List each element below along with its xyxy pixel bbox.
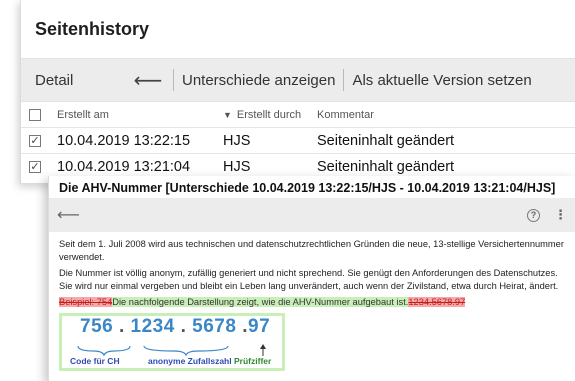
table-header: Erstellt am ▼ Erstellt durch Kommentar (21, 102, 575, 127)
set-current-version-button[interactable]: Als aktuelle Version setzen (352, 72, 531, 89)
diff-paragraph: Seit dem 1. Juli 2008 wird aus technisch… (59, 239, 564, 262)
more-options-icon[interactable]: ⋮ (554, 207, 567, 223)
ahv-random-part-2: 5678 (192, 316, 237, 337)
diff-paragraph: Die Nummer ist völlig anonym, zufällig g… (59, 268, 559, 291)
ahv-random-part-1: 1234 (130, 316, 175, 337)
ahv-number-graphic: 756 . 1234 . 5678 .97 Code für CH anonym… (59, 313, 285, 371)
sort-desc-icon: ▼ (223, 109, 232, 120)
table-row[interactable]: ✓ 10.04.2019 13:22:15 HJS Seiteninhalt g… (21, 127, 575, 153)
diff-title: Die AHV-Nummer [Unterschiede 10.04.2019 … (49, 176, 575, 198)
ahv-label-random: anonyme Zufallszahl (148, 356, 232, 366)
diff-panel: Die AHV-Nummer [Unterschiede 10.04.2019 … (48, 176, 575, 381)
column-header-created-by[interactable]: ▼ Erstellt durch (199, 109, 317, 121)
toolbar-divider (173, 69, 174, 91)
ahv-country-code: 756 (80, 316, 114, 337)
row-author: HJS (223, 132, 251, 149)
page-history-panel: Seitenhistory Detail ⟵ Unterschiede anze… (20, 0, 575, 184)
diff-content: Seit dem 1. Juli 2008 wird aus technisch… (49, 232, 575, 377)
ahv-check-digit: 7 (259, 316, 271, 337)
row-checkbox[interactable]: ✓ (29, 134, 41, 147)
row-checkbox[interactable]: ✓ (29, 160, 41, 173)
select-all-checkbox[interactable] (29, 108, 41, 121)
diff-change-line: Beispiel: 754Die nachfolgende Darstellun… (59, 296, 565, 309)
history-toolbar: Detail ⟵ Unterschiede anzeigen Als aktue… (21, 58, 575, 102)
deleted-text: Beispiel: 754 (59, 297, 113, 307)
help-icon[interactable]: ? (527, 208, 540, 222)
row-comment: Seiteninhalt geändert (317, 132, 455, 149)
page-title: Seitenhistory (35, 18, 150, 39)
row-author: HJS (223, 158, 251, 175)
deleted-text: 1234.5678.97 (408, 297, 466, 307)
detail-button[interactable]: Detail (21, 72, 131, 89)
ahv-label-check: Prüfziffer (234, 356, 272, 366)
diff-toolbar: ⟵ ? ⋮ (49, 198, 575, 232)
ahv-label-country: Code für CH (70, 356, 120, 366)
inserted-text: Die nachfolgende Darstellung zeigt, wie … (112, 297, 409, 307)
page-history-header: Seitenhistory (21, 0, 575, 58)
back-arrow-icon[interactable]: ⟵ (131, 68, 165, 93)
row-date: 10.04.2019 13:21:04 (57, 158, 191, 175)
column-header-created-at[interactable]: Erstellt am (49, 109, 199, 121)
column-header-comment[interactable]: Kommentar (317, 109, 575, 121)
history-table: Erstellt am ▼ Erstellt durch Kommentar ✓ … (21, 102, 575, 179)
ahv-random-part-3: 9 (248, 316, 260, 337)
show-differences-button[interactable]: Unterschiede anzeigen (182, 72, 335, 89)
row-comment: Seiteninhalt geändert (317, 158, 455, 175)
toolbar-divider (343, 69, 345, 91)
back-arrow-icon[interactable]: ⟵ (57, 205, 80, 225)
row-date: 10.04.2019 13:22:15 (57, 132, 191, 149)
